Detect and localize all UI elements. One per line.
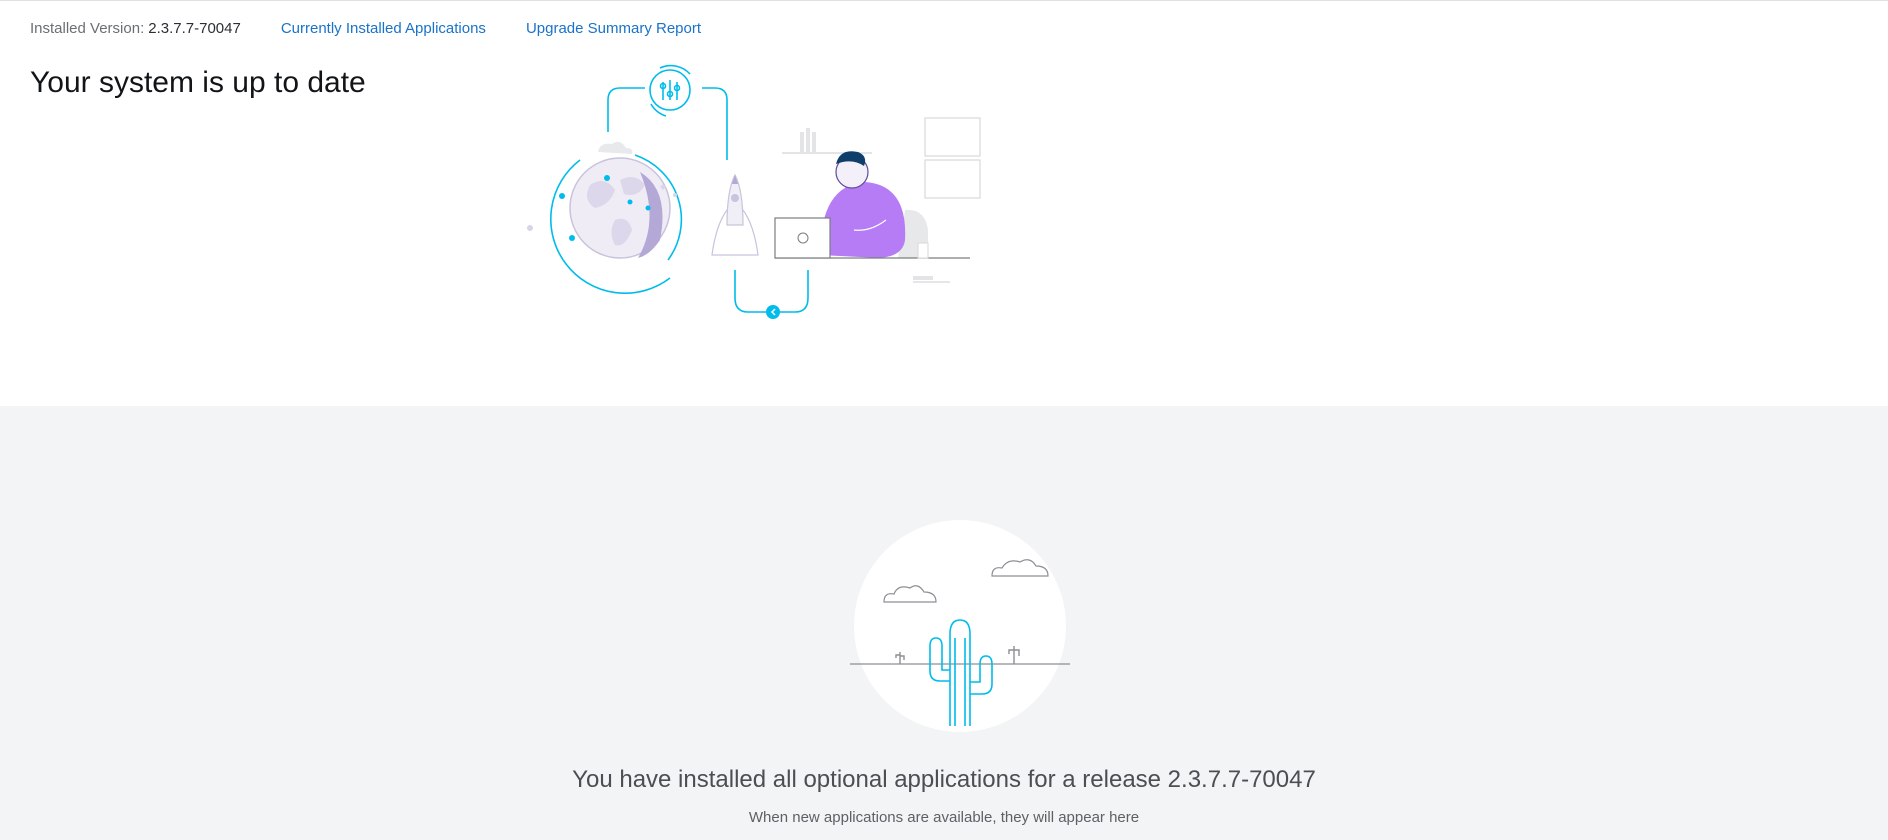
installed-version-value: 2.3.7.7-70047 <box>148 19 241 37</box>
desert-cactus-illustration <box>850 520 1070 732</box>
upgrade-summary-report-link[interactable]: Upgrade Summary Report <box>526 20 701 37</box>
optional-apps-title: You have installed all optional applicat… <box>572 766 1316 793</box>
page-title: Your system is up to date <box>30 66 366 99</box>
installed-version-label: Installed Version: <box>30 19 145 37</box>
currently-installed-applications-link[interactable]: Currently Installed Applications <box>281 20 486 37</box>
header-bar: Installed Version: 2.3.7.7-70047 Current… <box>30 18 701 38</box>
optional-apps-subtitle: When new applications are available, the… <box>748 809 1140 826</box>
top-border <box>0 0 1888 1</box>
optional-applications-panel: You have installed all optional applicat… <box>0 406 1888 840</box>
system-up-to-date-illustration <box>527 64 981 319</box>
